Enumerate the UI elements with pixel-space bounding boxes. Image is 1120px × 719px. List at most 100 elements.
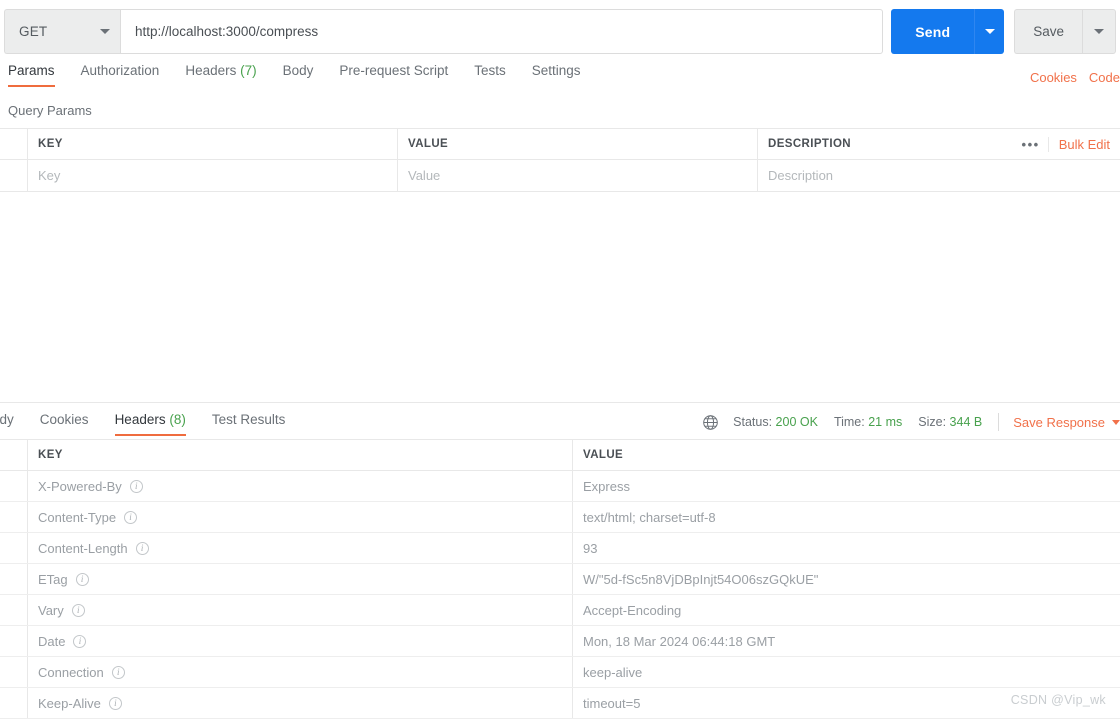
column-header-description: DESCRIPTION ••• Bulk Edit — [758, 129, 1120, 159]
request-url-value: http://localhost:3000/compress — [135, 24, 319, 39]
response-tab-bar: Body Cookies Headers (8) Test Results — [0, 412, 298, 436]
column-header-key: KEY — [28, 129, 398, 159]
select-all-checkbox-cell[interactable] — [0, 129, 28, 159]
table-row: Vary i Accept-Encoding — [0, 595, 1120, 626]
tab-label: Settings — [531, 63, 581, 78]
time-value: 21 ms — [868, 415, 903, 429]
request-url-input[interactable]: http://localhost:3000/compress — [120, 9, 884, 54]
tab-authorization[interactable]: Authorization — [68, 63, 173, 87]
query-params-table: KEY VALUE DESCRIPTION ••• Bulk Edit Key … — [0, 128, 1120, 192]
param-value-input[interactable]: Value — [398, 160, 758, 191]
response-headers-table: KEY VALUE X-Powered-By i Express Content… — [0, 439, 1120, 719]
header-key-cell: Vary i — [28, 595, 573, 625]
header-key-cell: X-Powered-By i — [28, 471, 573, 501]
request-url-bar: GET http://localhost:3000/compress Send … — [0, 9, 1120, 54]
more-options-icon[interactable]: ••• — [1016, 137, 1046, 152]
info-icon[interactable]: i — [124, 510, 138, 524]
save-button[interactable]: Save — [1014, 9, 1082, 54]
chevron-down-icon — [984, 29, 995, 34]
tab-label: Headers — [114, 412, 166, 427]
tab-label: Params — [8, 63, 55, 78]
header-value-cell: text/html; charset=utf-8 — [583, 509, 716, 525]
send-button[interactable]: Send — [891, 9, 975, 54]
size-value: 344 B — [949, 415, 983, 429]
param-description-input[interactable]: Description — [758, 160, 1120, 191]
save-response-label: Save Response — [1013, 414, 1105, 430]
tab-label: Pre-request Script — [339, 63, 449, 78]
header-key-cell: Content-Type i — [28, 502, 573, 532]
bulk-edit-button[interactable]: Bulk Edit — [1047, 136, 1110, 152]
tab-params[interactable]: Params — [0, 63, 68, 87]
info-icon[interactable]: i — [129, 479, 143, 493]
time-label: Time: — [833, 415, 865, 429]
send-button-group: Send — [891, 9, 1005, 54]
header-key-label: X-Powered-By — [38, 478, 122, 494]
header-value-cell: Accept-Encoding — [583, 602, 682, 618]
column-header-value: VALUE — [398, 129, 758, 159]
header-value-cell: 93 — [583, 540, 598, 556]
chevron-down-icon — [100, 29, 110, 34]
pane-divider[interactable] — [0, 402, 1120, 403]
watermark: CSDN @Vip_wk — [1010, 693, 1106, 707]
tab-count: (8) — [169, 412, 186, 427]
table-row: ETag i W/"5d-fSc5n8VjDBpInjt54O06szGQkUE… — [0, 564, 1120, 595]
chevron-down-icon — [1094, 29, 1104, 34]
status-value: 200 OK — [775, 415, 818, 429]
size-badge: Size: 344 B — [918, 415, 982, 429]
meta-divider — [998, 413, 1000, 431]
response-tab-body[interactable]: Body — [0, 412, 27, 436]
info-icon[interactable]: i — [108, 696, 122, 710]
cookies-link[interactable]: Cookies — [1030, 70, 1077, 85]
response-tab-headers[interactable]: Headers (8) — [102, 412, 199, 436]
globe-icon[interactable] — [702, 414, 719, 431]
response-tab-test-results[interactable]: Test Results — [199, 412, 299, 436]
chevron-down-icon — [1112, 419, 1120, 425]
http-method-label: GET — [19, 24, 48, 39]
response-meta-bar: Status: 200 OK Time: 21 ms Size: 344 B S… — [702, 412, 1120, 432]
tab-pre-request-script[interactable]: Pre-request Script — [326, 63, 461, 87]
info-icon[interactable]: i — [75, 572, 89, 586]
tab-body[interactable]: Body — [270, 63, 327, 87]
header-key-cell: Date i — [28, 626, 573, 656]
save-response-button[interactable]: Save Response — [1013, 415, 1120, 430]
info-icon[interactable]: i — [111, 665, 125, 679]
tab-label: Tests — [474, 63, 506, 78]
table-row: X-Powered-By i Express — [0, 471, 1120, 502]
save-button-group: Save — [1014, 9, 1116, 54]
header-value-cell: Mon, 18 Mar 2024 06:44:18 GMT — [583, 633, 776, 649]
column-header-value: VALUE — [583, 449, 624, 461]
tab-headers[interactable]: Headers (7) — [172, 63, 269, 87]
code-link[interactable]: Code — [1089, 70, 1120, 85]
table-row: Keep-Alive i timeout=5 — [0, 688, 1120, 719]
response-tab-cookies[interactable]: Cookies — [27, 412, 102, 436]
request-tab-bar: Params Authorization Headers (7) Body Pr… — [0, 63, 1120, 95]
tab-tests[interactable]: Tests — [461, 63, 519, 87]
gutter-cell — [0, 502, 28, 532]
save-options-button[interactable] — [1082, 9, 1116, 54]
param-key-input[interactable]: Key — [28, 160, 398, 191]
gutter-cell — [0, 688, 28, 718]
column-header-key: KEY — [28, 440, 573, 470]
size-label: Size: — [918, 415, 947, 429]
info-icon[interactable]: i — [73, 634, 87, 648]
query-params-row: Key Value Description — [0, 160, 1120, 191]
gutter-cell — [0, 626, 28, 656]
header-key-label: Date — [38, 633, 66, 649]
query-params-header-row: KEY VALUE DESCRIPTION ••• Bulk Edit — [0, 129, 1120, 160]
table-row: Connection i keep-alive — [0, 657, 1120, 688]
tab-label: Authorization — [80, 63, 160, 78]
http-method-select[interactable]: GET — [4, 9, 120, 54]
header-key-cell: ETag i — [28, 564, 573, 594]
tab-label: Test Results — [211, 412, 286, 427]
tab-count: (7) — [240, 63, 257, 78]
info-icon[interactable]: i — [135, 541, 149, 555]
header-key-label: Vary — [38, 602, 64, 618]
header-key-cell: Connection i — [28, 657, 573, 687]
gutter-cell — [0, 595, 28, 625]
send-options-button[interactable] — [974, 9, 1005, 54]
column-header-description-label: DESCRIPTION — [768, 138, 851, 150]
row-checkbox-cell[interactable] — [0, 160, 28, 191]
tab-settings[interactable]: Settings — [519, 63, 594, 87]
info-icon[interactable]: i — [71, 603, 85, 617]
header-key-cell: Content-Length i — [28, 533, 573, 563]
